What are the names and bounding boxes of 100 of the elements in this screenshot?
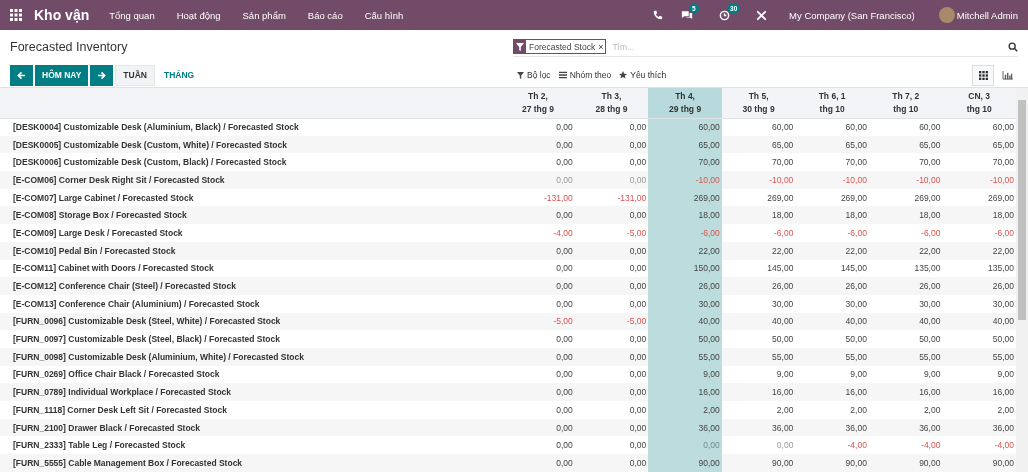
column-header[interactable]: Th 4, 29 thg 9 xyxy=(648,88,722,118)
table-cell: 50,00 xyxy=(648,330,722,348)
apps-menu-icon[interactable] xyxy=(10,9,22,21)
list-icon xyxy=(558,71,567,79)
row-label: [FURN_0789] Individual Workplace / Forecasted Stock xyxy=(0,383,502,401)
table-cell: 55,00 xyxy=(942,347,1016,366)
group-by-button[interactable]: Nhóm theo xyxy=(554,64,616,86)
table-cell: 90,00 xyxy=(942,454,1016,472)
arrow-right-icon xyxy=(97,70,107,80)
table-cell: -5,00 xyxy=(574,224,649,242)
today-button[interactable]: HÔM NAY xyxy=(35,64,89,86)
scale-button[interactable]: TUẦN xyxy=(115,64,155,86)
table-cell: 145,00 xyxy=(795,259,869,278)
table-cell: -10,00 xyxy=(795,171,869,189)
scale-button[interactable]: THÁNG xyxy=(156,64,202,86)
table-cell: 18,00 xyxy=(721,206,796,225)
column-header[interactable]: Th 6, 1 thg 10 xyxy=(795,88,869,118)
menu-item[interactable]: Báo cáo xyxy=(307,9,343,21)
scrollbar[interactable] xyxy=(1016,88,1028,472)
phone-icon[interactable] xyxy=(653,10,664,20)
table-cell: -4,00 xyxy=(942,436,1016,455)
column-header[interactable]: CN, 3 thg 10 xyxy=(942,88,1016,118)
table-cell: 55,00 xyxy=(795,347,869,366)
row-label: [E-COM11] Cabinet with Doors / Forecasted Stock xyxy=(0,259,502,278)
table-cell: 40,00 xyxy=(942,312,1016,331)
table-cell: 30,00 xyxy=(868,294,943,313)
table-cell: 0,00 xyxy=(574,418,649,437)
column-header[interactable]: Th 7, 2 thg 10 xyxy=(868,88,943,118)
app-title[interactable]: Kho vận xyxy=(34,7,90,23)
table-cell: 0,00 xyxy=(648,436,722,455)
table-cell: 269,00 xyxy=(868,188,943,207)
table-cell: 0,00 xyxy=(574,436,649,455)
table-cell: 0,00 xyxy=(501,454,575,472)
table-cell: 0,00 xyxy=(501,171,575,189)
table-cell: 70,00 xyxy=(648,153,722,172)
table-cell: -5,00 xyxy=(501,312,575,331)
table-cell: 65,00 xyxy=(868,135,943,154)
table-cell: 0,00 xyxy=(501,259,575,278)
table-cell: 0,00 xyxy=(501,347,575,366)
table-cell: 55,00 xyxy=(868,347,943,366)
grid-view-button[interactable] xyxy=(972,64,994,86)
menu-item[interactable]: Hoạt động xyxy=(176,9,221,21)
table-cell: 16,00 xyxy=(648,383,722,401)
column-header[interactable]: Th 3, 28 thg 9 xyxy=(574,88,649,118)
table-cell: 0,00 xyxy=(574,401,649,419)
menu-item[interactable]: Tổng quan xyxy=(109,9,155,21)
row-label: [FURN_0098] Customizable Desk (Aluminium, White) / Forecasted Stock xyxy=(0,347,502,366)
column-header[interactable]: Th 2, 27 thg 9 xyxy=(501,88,575,118)
table-cell: 22,00 xyxy=(795,241,869,260)
table-cell: 26,00 xyxy=(942,277,1016,295)
table-cell: 0,00 xyxy=(501,330,575,348)
facet-label: Forecasted Stock xyxy=(528,41,597,52)
table-cell: 22,00 xyxy=(868,241,943,260)
table-cell: 40,00 xyxy=(795,312,869,331)
table-cell: 36,00 xyxy=(795,418,869,437)
table-cell: 18,00 xyxy=(868,206,943,225)
chat-icon[interactable] xyxy=(681,9,694,21)
menu-item[interactable]: Sản phẩm xyxy=(242,9,286,21)
table-cell: 9,00 xyxy=(942,365,1016,384)
table-cell: 18,00 xyxy=(795,206,869,225)
favorites-button[interactable]: Yêu thích xyxy=(615,64,671,86)
table-cell: 2,00 xyxy=(868,401,943,419)
table-cell: 2,00 xyxy=(721,401,796,419)
row-label: [E-COM13] Conference Chair (Aluminium) / Forecasted Stock xyxy=(0,294,502,313)
table-cell: 16,00 xyxy=(942,383,1016,401)
clock-icon[interactable] xyxy=(719,9,731,21)
table-cell: 0,00 xyxy=(574,153,649,172)
table-cell: 50,00 xyxy=(868,330,943,348)
table-cell: 36,00 xyxy=(942,418,1016,437)
table-cell: 2,00 xyxy=(942,401,1016,419)
table-cell: 0,00 xyxy=(501,294,575,313)
next-button[interactable] xyxy=(90,64,114,86)
table-cell: 9,00 xyxy=(868,365,943,384)
facet-remove-button[interactable]: × xyxy=(598,41,606,52)
table-cell: -10,00 xyxy=(942,171,1016,189)
table-cell: 145,00 xyxy=(721,259,796,278)
table-cell: 16,00 xyxy=(795,383,869,401)
table-cell: 90,00 xyxy=(795,454,869,472)
column-header[interactable]: Th 5, 30 thg 9 xyxy=(721,88,796,118)
user-name[interactable]: Mitchell Admin xyxy=(956,9,1018,21)
table-cell: 0,00 xyxy=(574,135,649,154)
menu-item[interactable]: Cấu hình xyxy=(364,9,404,21)
table-cell: -10,00 xyxy=(868,171,943,189)
company-switcher[interactable]: My Company (San Francisco) xyxy=(789,9,915,21)
search-icon[interactable] xyxy=(1008,41,1018,52)
table-cell: 0,00 xyxy=(574,206,649,225)
table-cell: 22,00 xyxy=(942,241,1016,260)
table-cell: 135,00 xyxy=(868,259,943,278)
scrollbar-thumb[interactable] xyxy=(1018,100,1026,320)
filter-button[interactable]: Bộ lọc xyxy=(513,64,555,86)
row-label: [FURN_0269] Office Chair Black / Forecasted Stock xyxy=(0,365,502,384)
table-cell: 36,00 xyxy=(868,418,943,437)
table-cell: -4,00 xyxy=(501,224,575,242)
grid-icon xyxy=(978,70,988,80)
search-field[interactable]: Forecasted Stock × Tìm... xyxy=(513,37,1018,57)
table-cell: 0,00 xyxy=(501,241,575,260)
table-cell: -6,00 xyxy=(942,224,1016,242)
row-label: [FURN_2100] Drawer Black / Forecasted Stock xyxy=(0,418,502,437)
previous-button[interactable] xyxy=(10,64,33,86)
table-cell: 26,00 xyxy=(868,277,943,295)
